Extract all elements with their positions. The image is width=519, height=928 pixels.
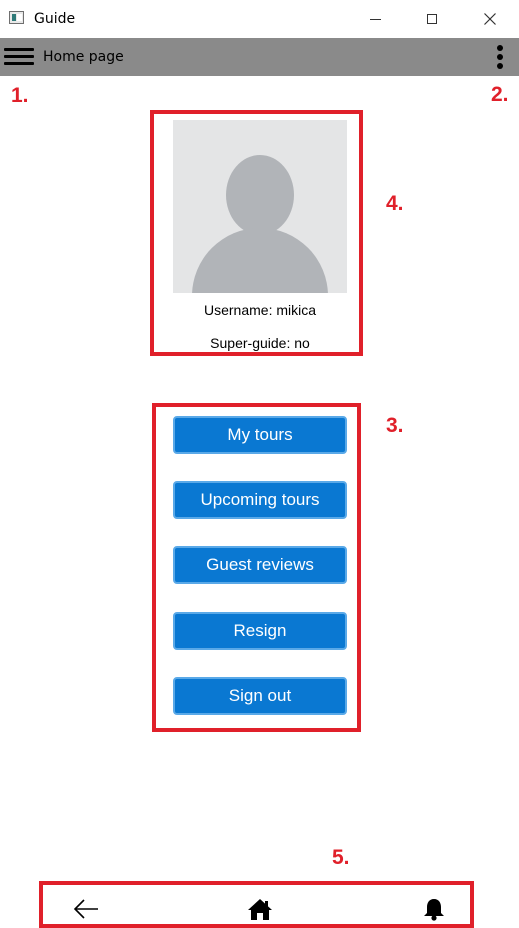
super-guide-text: Super-guide: no	[210, 335, 310, 351]
window-titlebar: Guide	[0, 0, 519, 38]
kebab-menu-icon[interactable]	[490, 43, 510, 71]
page-title: Home page	[43, 49, 124, 65]
app-window-icon	[9, 11, 24, 24]
upcoming-tours-button[interactable]: Upcoming tours	[173, 481, 347, 519]
annotation-label-4: 4.	[386, 192, 404, 215]
hamburger-menu-icon[interactable]	[4, 45, 34, 69]
close-icon	[484, 13, 496, 25]
maximize-button[interactable]	[403, 0, 461, 38]
annotation-label-2: 2.	[491, 83, 509, 106]
close-button[interactable]	[461, 0, 519, 38]
annotation-label-1: 1.	[11, 84, 29, 107]
annotation-label-3: 3.	[386, 414, 404, 437]
back-arrow-icon[interactable]	[71, 896, 101, 922]
resign-button[interactable]: Resign	[173, 612, 347, 650]
minimize-button[interactable]	[346, 0, 404, 38]
guest-reviews-button[interactable]: Guest reviews	[173, 546, 347, 584]
user-avatar-icon	[173, 120, 347, 293]
username-text: Username: mikica	[203, 302, 317, 318]
window-title: Guide	[34, 11, 76, 27]
app-toolbar: Home page	[0, 38, 519, 76]
sign-out-button[interactable]: Sign out	[173, 677, 347, 715]
annotation-label-5: 5.	[332, 846, 350, 869]
maximize-icon	[427, 14, 437, 24]
minimize-icon	[369, 18, 381, 20]
my-tours-button[interactable]: My tours	[173, 416, 347, 454]
bell-icon[interactable]	[419, 896, 449, 922]
home-icon[interactable]	[245, 896, 275, 922]
